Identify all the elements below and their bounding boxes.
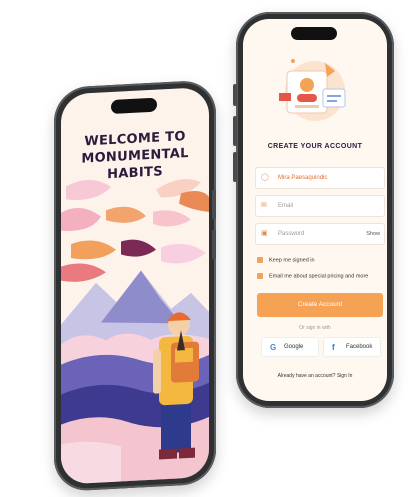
phone-welcome: WELCOME TO MONUMENTAL HABITS	[54, 79, 216, 492]
create-account-button[interactable]: Create Account	[257, 293, 383, 317]
signup-screen: CREATE YOUR ACCOUNT ◯ Mira Paesaquindic …	[243, 19, 387, 401]
welcome-screen: WELCOME TO MONUMENTAL HABITS	[61, 86, 209, 485]
sign-in-prompt[interactable]: Already have an account? Sign In	[243, 373, 387, 379]
facebook-icon: f	[332, 343, 335, 352]
google-icon: G	[270, 343, 277, 352]
dynamic-island	[291, 27, 337, 40]
or-sign-in-divider: Or sign in with	[299, 325, 331, 331]
password-field[interactable]: ▣ Password Show	[255, 223, 385, 245]
account-illustration	[279, 59, 346, 121]
checkbox-checked-icon	[257, 257, 263, 263]
email-pricing-checkbox[interactable]: Email me about special pricing and more	[257, 273, 368, 279]
show-password-toggle[interactable]: Show	[366, 231, 380, 237]
google-label: Google	[284, 344, 304, 350]
google-button[interactable]: G Google	[261, 337, 319, 357]
lock-icon: ▣	[261, 230, 268, 237]
side-button	[212, 229, 216, 260]
checkbox-checked-icon	[257, 273, 263, 279]
email-placeholder: Email	[278, 203, 294, 209]
checkbox-label: Email me about special pricing and more	[269, 273, 369, 280]
signup-title: CREATE YOUR ACCOUNT	[267, 143, 363, 150]
checkbox-label: Keep me signed in	[269, 257, 315, 264]
email-field[interactable]: ✉ Email	[255, 195, 385, 217]
name-value: Mira Paesaquindic	[278, 175, 328, 181]
name-field[interactable]: ◯ Mira Paesaquindic	[255, 167, 385, 189]
side-button	[233, 152, 237, 182]
hiker-illustration	[61, 179, 209, 485]
side-button	[212, 189, 216, 220]
phone-signup: CREATE YOUR ACCOUNT ◯ Mira Paesaquindic …	[233, 12, 394, 408]
mail-icon: ✉	[261, 202, 267, 209]
side-button	[233, 84, 237, 106]
facebook-label: Facebook	[346, 344, 373, 350]
user-icon: ◯	[261, 174, 269, 181]
side-button	[233, 116, 237, 146]
facebook-button[interactable]: f Facebook	[323, 337, 381, 357]
keep-signed-in-checkbox[interactable]: Keep me signed in	[257, 257, 315, 263]
password-placeholder: Password	[278, 231, 305, 237]
